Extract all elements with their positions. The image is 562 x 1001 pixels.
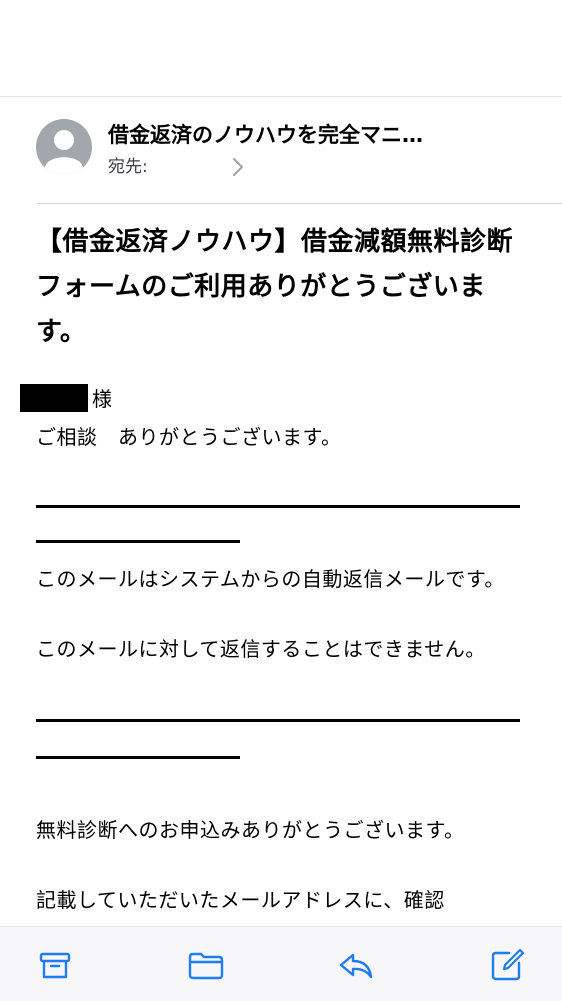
compose-button[interactable] (489, 947, 525, 983)
no-reply-notice: このメールに対して返信することはできません。 (36, 637, 486, 661)
redacted-name (20, 383, 88, 412)
separator-line (36, 719, 520, 722)
archive-icon (39, 952, 71, 979)
to-label: 宛先: (108, 157, 148, 177)
archive-button[interactable] (37, 947, 73, 983)
recipient-row[interactable]: 宛先: (108, 154, 148, 180)
person-icon (45, 130, 83, 175)
auto-reply-notice: このメールはシステムからの自動返信メールです。 (36, 567, 505, 591)
salutation: 様 (20, 382, 526, 417)
body-paragraph: 無料診断へのお申込みありがとうございます。 (36, 818, 465, 842)
bottom-toolbar (0, 926, 562, 1001)
salutation-suffix: 様 (92, 387, 113, 411)
header-divider (36, 203, 562, 204)
separator-line-short (36, 540, 240, 543)
folder-icon (188, 952, 224, 980)
message-header: 借金返済のノウハウを完全マニ… 宛先: (0, 97, 562, 203)
chevron-right-icon[interactable] (232, 157, 244, 177)
greeting: ご相談 ありがとうございます。 (36, 425, 342, 449)
reply-button[interactable] (338, 947, 374, 983)
email-subject: 【借金返済ノウハウ】借金減額無料診断フォームのご利用ありがとうございます。 (36, 227, 514, 347)
body-paragraph-continued: 記載していただいたメールアドレスに、確認 (36, 888, 445, 912)
sender-avatar[interactable] (36, 119, 92, 175)
sender-name[interactable]: 借金返済のノウハウを完全マニ… (108, 120, 508, 150)
separator-line (36, 505, 520, 508)
move-to-folder-button[interactable] (188, 947, 224, 983)
separator-line-short (36, 756, 240, 759)
navigation-bar (0, 0, 562, 97)
compose-icon (491, 948, 525, 981)
reply-icon (339, 953, 373, 979)
